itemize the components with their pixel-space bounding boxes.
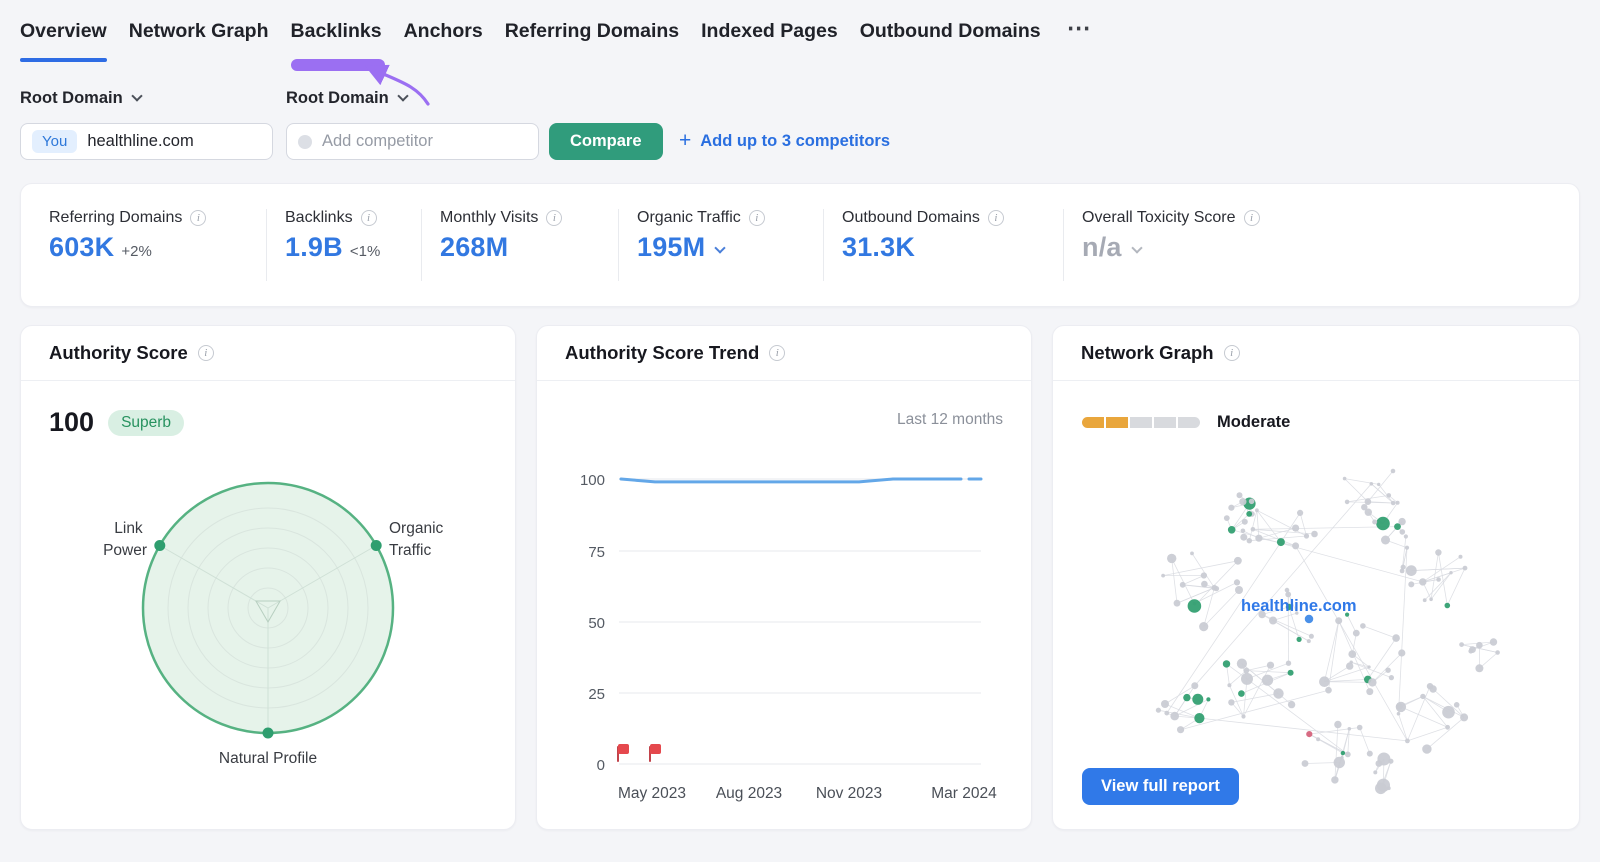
metric-outbound-domains: Outbound Domains 31.3K	[823, 209, 1063, 281]
main-domain-value: healthline.com	[87, 132, 194, 150]
you-badge: You	[32, 130, 78, 153]
tab-label: Backlinks	[290, 19, 382, 42]
network-score-gauge: Moderate	[1082, 413, 1290, 432]
x-axis-labels: May 2023 Aug 2023 Nov 2023 Mar 2024	[618, 785, 997, 802]
focal-domain-label: healthline.com	[1241, 597, 1357, 615]
chevron-down-icon	[131, 90, 143, 102]
tab-backlinks[interactable]: Backlinks	[290, 0, 385, 71]
trend-range-label: Last 12 months	[897, 411, 1003, 428]
network-nodes-and-edges	[1155, 468, 1500, 795]
card-title: Authority Score	[49, 342, 188, 363]
metric-overall-toxicity-score: Overall Toxicity Score n/a	[1063, 209, 1363, 281]
info-icon[interactable]	[748, 210, 765, 226]
card-title: Authority Score Trend	[565, 342, 760, 363]
chevron-down-icon[interactable]	[1130, 242, 1143, 254]
gridlines	[619, 478, 981, 765]
tab-referring-domains[interactable]: Referring Domains	[505, 0, 679, 62]
svg-text:50: 50	[588, 615, 605, 632]
chevron-down-icon	[397, 90, 409, 102]
network-graph-card: Network Graph Moderate healthline.com Vi…	[1052, 325, 1580, 830]
root-domain-select-competitor[interactable]: Root Domain	[286, 85, 409, 111]
metric-value: 31.3K	[842, 232, 916, 262]
competitor-placeholder-dot-icon	[298, 134, 312, 149]
add-competitors-link[interactable]: Add up to 3 competitors	[679, 123, 890, 160]
authority-score-trend-card: Authority Score Trend Last 12 months 100…	[536, 325, 1032, 830]
svg-text:75: 75	[588, 544, 605, 561]
axis-label-natural-profile: Natural Profile	[219, 750, 317, 767]
backlinks-tab-highlight	[290, 59, 385, 71]
svg-text:0: 0	[597, 757, 605, 774]
svg-text:100: 100	[580, 472, 605, 489]
compare-button[interactable]: Compare	[549, 123, 663, 160]
gauge-label: Moderate	[1217, 413, 1291, 431]
active-tab-underline	[20, 58, 107, 62]
focal-domain-node[interactable]	[1303, 613, 1315, 625]
metric-delta: +2%	[121, 243, 152, 260]
main-domain-input[interactable]: You healthline.com	[20, 123, 273, 160]
card-title: Network Graph	[1081, 342, 1214, 363]
metric-backlinks: Backlinks 1.9B<1%	[266, 209, 421, 281]
tab-network-graph[interactable]: Network Graph	[129, 0, 269, 62]
metric-organic-traffic: Organic Traffic 195M	[618, 209, 823, 281]
report-tabs: Overview Network Graph Backlinks Anchors…	[0, 0, 1600, 71]
competitor-placeholder: Add competitor	[322, 132, 433, 150]
backlink-analytics-page: Overview Network Graph Backlinks Anchors…	[0, 0, 1600, 862]
svg-text:Nov 2023: Nov 2023	[816, 785, 882, 802]
svg-text:25: 25	[588, 686, 605, 703]
info-icon[interactable]	[197, 345, 214, 361]
tab-label: Anchors	[403, 19, 483, 42]
metrics-summary-bar: Referring Domains 603K+2% Backlinks 1.9B…	[20, 183, 1580, 307]
tab-anchors[interactable]: Anchors	[404, 0, 483, 62]
info-icon[interactable]	[546, 210, 563, 226]
svg-text:Aug 2023: Aug 2023	[716, 785, 782, 802]
metric-monthly-visits: Monthly Visits 268M	[421, 209, 618, 281]
authority-score-trend-chart: 100 75 50 25 0 May 2023 Aug 2023 Nov 202…	[580, 472, 997, 802]
info-icon[interactable]	[1243, 210, 1260, 226]
axis-label-organic-traffic: Organic Traffic	[389, 520, 448, 559]
tab-label: Indexed Pages	[701, 19, 838, 42]
axis-label-link-power: Link Power	[103, 520, 147, 559]
svg-text:Mar 2024: Mar 2024	[931, 785, 997, 802]
metric-referring-domains: Referring Domains 603K+2%	[49, 209, 266, 281]
tab-outbound-domains[interactable]: Outbound Domains	[860, 0, 1041, 62]
info-icon[interactable]	[1223, 345, 1240, 361]
metric-value: 1.9B	[285, 232, 343, 262]
metric-value: n/a	[1082, 232, 1122, 262]
metric-value: 195M	[637, 232, 706, 262]
tab-label: Network Graph	[128, 19, 269, 42]
root-domain-select-you[interactable]: Root Domain	[20, 85, 143, 111]
tab-indexed-pages[interactable]: Indexed Pages	[701, 0, 838, 62]
gauge-segments	[1082, 417, 1200, 428]
authority-score-radar-chart: Link Power Organic Traffic Natural Profi…	[103, 481, 448, 767]
y-axis-labels: 100 75 50 25 0	[580, 472, 605, 774]
svg-text:May 2023: May 2023	[618, 785, 686, 802]
info-icon[interactable]	[190, 210, 207, 226]
metric-value: 603K	[49, 232, 115, 262]
add-competitor-input[interactable]: Add competitor	[286, 123, 539, 160]
authority-score-card: Authority Score 100 Superb	[20, 325, 516, 830]
tab-overview[interactable]: Overview	[20, 0, 107, 62]
tab-label: Overview	[20, 19, 107, 42]
chevron-down-icon[interactable]	[714, 242, 727, 254]
info-icon[interactable]	[769, 345, 786, 361]
metric-value: 268M	[440, 232, 509, 262]
metric-delta: <1%	[349, 243, 381, 260]
info-icon[interactable]	[360, 210, 377, 226]
info-icon[interactable]	[987, 210, 1004, 226]
notes-flag-icon[interactable]	[649, 744, 661, 762]
tabs-overflow-icon[interactable]: ⋯	[1063, 0, 1096, 62]
plus-icon	[679, 130, 691, 154]
tab-label: Outbound Domains	[859, 19, 1041, 42]
tab-label: Referring Domains	[504, 19, 680, 42]
notes-flag-icon[interactable]	[617, 744, 629, 762]
view-full-report-button[interactable]: View full report	[1082, 768, 1239, 805]
